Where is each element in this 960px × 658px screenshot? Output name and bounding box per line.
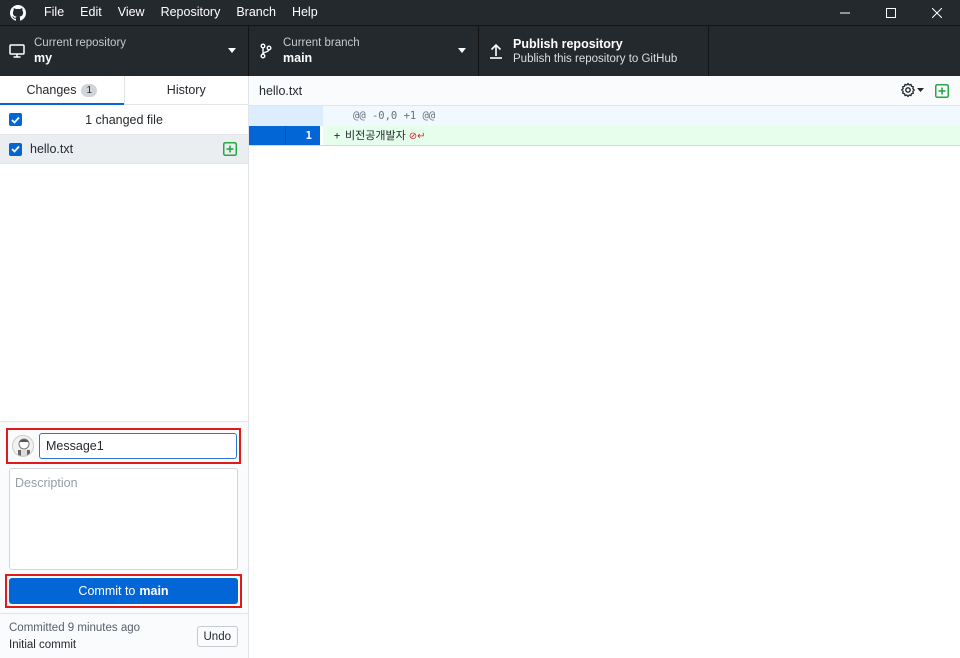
- diff-panel: hello.txt @@ -0,0 +1 @@ 1 + 비전공개발자 ⊘↵: [249, 76, 960, 658]
- no-newline-icon: ⊘↵: [408, 131, 426, 142]
- branch-icon: [249, 43, 283, 59]
- maximize-button[interactable]: [868, 0, 914, 25]
- minimize-icon: [840, 12, 850, 13]
- branch-caption: Current branch: [283, 37, 360, 49]
- changed-files-count: 1 changed file: [85, 112, 163, 127]
- repository-caption: Current repository: [34, 37, 127, 49]
- commit-button-label: Commit to: [78, 584, 136, 598]
- file-checkbox[interactable]: [9, 142, 22, 156]
- diff-line-text: 비전공개발자 ⊘↵: [345, 126, 426, 145]
- toolbar: Current repository my Current branch mai…: [0, 25, 960, 76]
- file-added-icon: [935, 84, 949, 101]
- new-line-number: 1: [285, 126, 323, 145]
- diff-view: @@ -0,0 +1 @@ 1 + 비전공개발자 ⊘↵: [249, 106, 960, 146]
- changes-sidebar: Changes 1 History 1 changed file hello.t…: [0, 76, 249, 658]
- sidebar-tabs: Changes 1 History: [0, 76, 248, 105]
- diff-sign: +: [333, 130, 341, 142]
- tab-history[interactable]: History: [123, 76, 249, 104]
- chevron-down-icon: [458, 48, 466, 53]
- publish-title: Publish repository: [513, 37, 623, 51]
- diff-settings-button[interactable]: [900, 82, 926, 98]
- tab-changes[interactable]: Changes 1: [0, 76, 124, 105]
- close-button[interactable]: [914, 0, 960, 25]
- checkmark-icon: [11, 145, 20, 153]
- github-logo-icon: [0, 0, 36, 25]
- branch-name: main: [283, 51, 313, 65]
- menu-branch[interactable]: Branch: [228, 0, 284, 25]
- diff-file-header: hello.txt: [249, 76, 960, 106]
- select-all-checkbox[interactable]: [9, 113, 22, 126]
- minimize-button[interactable]: [822, 0, 868, 25]
- current-repository-button[interactable]: Current repository my: [0, 26, 249, 76]
- commit-button-branch: main: [139, 584, 169, 598]
- commit-description-field[interactable]: [9, 468, 238, 570]
- publish-repository-button[interactable]: Publish repository Publish this reposito…: [479, 26, 709, 76]
- commit-form: Commit to main: [0, 421, 248, 613]
- diff-added-line[interactable]: 1 + 비전공개발자 ⊘↵: [249, 126, 960, 146]
- summary-highlight: [6, 428, 241, 464]
- file-added-icon: [223, 142, 237, 159]
- repository-name: my: [34, 51, 53, 65]
- last-commit-info: Committed 9 minutes ago Initial commit U…: [0, 613, 248, 658]
- diff-gutter: [249, 106, 323, 126]
- maximize-icon: [886, 7, 896, 18]
- avatar: [12, 435, 34, 457]
- diff-hunk-header: @@ -0,0 +1 @@: [249, 106, 960, 126]
- upload-icon: [479, 43, 513, 59]
- title-bar: File Edit View Repository Branch Help: [0, 0, 960, 25]
- commit-button-highlight: Commit to main: [5, 574, 242, 608]
- menu-bar: File Edit View Repository Branch Help: [36, 0, 326, 25]
- chevron-down-icon: [917, 88, 924, 92]
- last-commit-time: Committed 9 minutes ago: [9, 622, 141, 634]
- window-controls: [822, 0, 960, 25]
- undo-button[interactable]: Undo: [196, 626, 238, 647]
- old-line-gutter: [249, 126, 285, 145]
- menu-edit[interactable]: Edit: [72, 0, 110, 25]
- menu-file[interactable]: File: [36, 0, 72, 25]
- monitor-icon: [0, 44, 34, 58]
- list-item[interactable]: hello.txt: [0, 135, 248, 164]
- tab-changes-label: Changes: [26, 83, 77, 97]
- diff-file-path: hello.txt: [259, 83, 303, 98]
- commit-button[interactable]: Commit to main: [9, 578, 238, 604]
- gear-icon: [901, 82, 915, 98]
- file-name: hello.txt: [30, 142, 74, 156]
- publish-subtitle: Publish this repository to GitHub: [513, 53, 678, 65]
- hunk-header-text: @@ -0,0 +1 @@: [353, 110, 436, 122]
- tab-history-label: History: [166, 83, 206, 97]
- commit-summary-input[interactable]: [39, 433, 237, 459]
- menu-repository[interactable]: Repository: [153, 0, 229, 25]
- last-commit-message: Initial commit: [9, 639, 77, 651]
- changes-count-badge: 1: [81, 83, 98, 97]
- close-icon: [932, 7, 942, 18]
- checkmark-icon: [11, 116, 20, 124]
- diff-line-content: 비전공개발자: [345, 129, 406, 142]
- menu-view[interactable]: View: [110, 0, 153, 25]
- current-branch-button[interactable]: Current branch main: [249, 26, 479, 76]
- changed-files-header: 1 changed file: [0, 105, 248, 135]
- chevron-down-icon: [228, 48, 236, 53]
- menu-help[interactable]: Help: [284, 0, 326, 25]
